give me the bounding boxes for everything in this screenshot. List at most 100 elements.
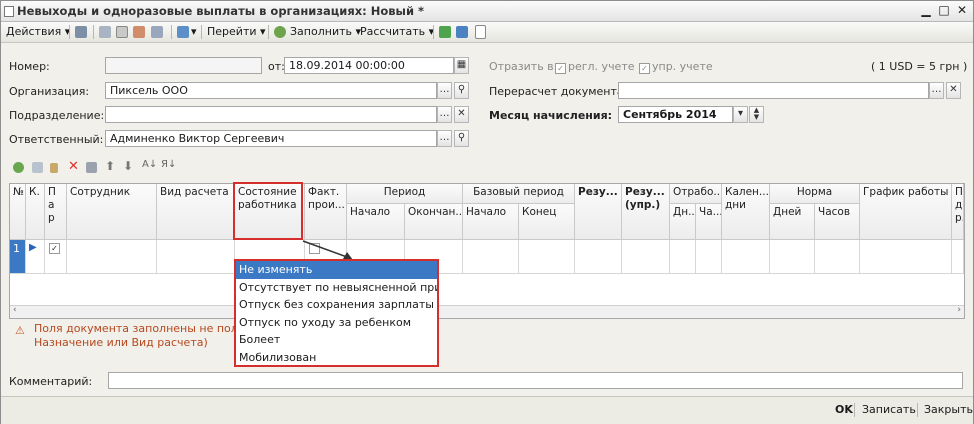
header-base-start[interactable]: Начало xyxy=(463,204,519,240)
dropdown-item[interactable]: Не изменять xyxy=(236,261,437,279)
header-calendar-days[interactable]: Кален... дни xyxy=(722,184,770,240)
header-last[interactable]: П... д... р... xyxy=(952,184,964,240)
cell-calendar-days[interactable] xyxy=(722,240,770,274)
header-worked-hours[interactable]: Ча... xyxy=(696,204,722,240)
post-icon[interactable] xyxy=(75,26,87,38)
select-dots-icon[interactable]: … xyxy=(437,82,452,99)
header-schedule[interactable]: График работы xyxy=(860,184,952,240)
organization-field[interactable]: Пиксель ООО xyxy=(105,82,437,99)
month-field[interactable]: Сентябрь 2014 xyxy=(618,106,733,123)
header-k[interactable]: К. xyxy=(26,184,45,240)
go-icon[interactable] xyxy=(177,26,189,38)
header-employee[interactable]: Сотрудник xyxy=(67,184,157,240)
delete-row-icon[interactable]: ✕ xyxy=(68,159,79,174)
header-period[interactable]: Период xyxy=(347,184,463,204)
regl-checkbox[interactable]: ✓ регл. учете xyxy=(555,60,635,74)
search-icon[interactable]: ⚲ xyxy=(454,130,469,147)
fill-icon[interactable] xyxy=(274,26,286,38)
table-row[interactable]: ▶ xyxy=(26,240,45,274)
header-worked-days[interactable]: Дн... xyxy=(670,204,696,240)
cell-worked-hours[interactable] xyxy=(696,240,722,274)
header-period-start[interactable]: Начало xyxy=(347,204,405,240)
cell-worked-days[interactable] xyxy=(670,240,696,274)
select-dots-icon[interactable]: … xyxy=(437,106,452,123)
dropdown-item[interactable]: Отпуск без сохранения зарплаты xyxy=(236,296,437,314)
header-norm-days[interactable]: Дней xyxy=(770,204,815,240)
dropdown-item[interactable]: Отсутствует по невыясненной прич... xyxy=(236,279,437,297)
sort-asc-icon[interactable]: A↓ xyxy=(142,159,157,170)
document-icon xyxy=(4,6,14,17)
structure-icon[interactable] xyxy=(151,26,163,38)
header-result[interactable]: Резу... xyxy=(575,184,622,240)
fill-menu[interactable]: Заполнить ▾ xyxy=(290,25,361,39)
checklist-icon[interactable] xyxy=(439,26,451,38)
division-field[interactable] xyxy=(105,106,437,123)
cell-norm-hours[interactable] xyxy=(815,240,860,274)
edit-row-icon[interactable] xyxy=(50,163,58,173)
end-edit-icon[interactable] xyxy=(86,162,97,173)
sort-desc-icon[interactable]: Я↓ xyxy=(161,159,176,170)
copy-icon[interactable] xyxy=(116,26,128,38)
header-fact[interactable]: Факт. прои... xyxy=(305,184,347,240)
select-dots-icon[interactable]: … xyxy=(437,130,452,147)
dropdown-item[interactable]: Мобилизован xyxy=(236,349,437,367)
dropdown-item[interactable]: Отпуск по уходу за ребенком xyxy=(236,314,437,332)
cell-employee[interactable] xyxy=(67,240,157,274)
cell-base-start[interactable] xyxy=(463,240,519,274)
cell-calc-type[interactable] xyxy=(157,240,235,274)
comment-field[interactable] xyxy=(108,372,963,389)
move-down-icon[interactable]: ⬇ xyxy=(123,159,133,173)
row-number[interactable]: 1 xyxy=(10,240,26,274)
chevron-down-icon[interactable]: ▾ xyxy=(733,106,748,123)
header-base-end[interactable]: Конец xyxy=(519,204,575,240)
horizontal-scrollbar[interactable]: ‹ › xyxy=(10,305,964,318)
document-window: Невыходы и одноразовые выплаты в организ… xyxy=(0,0,974,424)
upr-checkbox[interactable]: ✓ упр. учете xyxy=(639,60,713,74)
clear-icon[interactable]: ✕ xyxy=(454,106,469,123)
cell-result-upr[interactable] xyxy=(622,240,670,274)
ok-button[interactable]: OK xyxy=(835,403,853,416)
scroll-right-icon[interactable]: › xyxy=(957,305,961,315)
save-icon[interactable] xyxy=(99,26,111,38)
dropdown-item[interactable]: Болеет xyxy=(236,331,437,349)
header-norm-hours[interactable]: Часов xyxy=(815,204,860,240)
recalc-field[interactable] xyxy=(618,82,929,99)
header-result-upr[interactable]: Резу... (упр.) xyxy=(622,184,670,240)
clear-icon[interactable]: ✕ xyxy=(946,82,961,99)
tree-icon[interactable] xyxy=(456,26,468,38)
header-base-period[interactable]: Базовый период xyxy=(463,184,575,204)
cell-base-end[interactable] xyxy=(519,240,575,274)
maximize-icon[interactable]: □ xyxy=(936,3,952,17)
header-p[interactable]: П а р xyxy=(45,184,67,240)
cell-schedule[interactable] xyxy=(860,240,952,274)
help-icon[interactable] xyxy=(475,25,486,39)
goto-menu[interactable]: Перейти ▾ xyxy=(207,25,266,39)
responsible-field[interactable]: Админенко Виктор Сергеевич xyxy=(105,130,437,147)
minimize-icon[interactable]: ▁ xyxy=(918,3,934,17)
close-button[interactable]: Закрыть xyxy=(924,403,973,416)
add-row-icon[interactable] xyxy=(13,162,24,173)
date-field[interactable]: 18.09.2014 00:00:00 xyxy=(284,57,454,74)
header-num[interactable]: № xyxy=(10,184,26,240)
select-dots-icon[interactable]: … xyxy=(929,82,944,99)
number-field[interactable] xyxy=(105,57,262,74)
actions-menu[interactable]: Действия ▾ xyxy=(6,25,70,39)
header-period-end[interactable]: Окончан... xyxy=(405,204,463,240)
copy-row-icon[interactable] xyxy=(32,162,43,173)
calendar-icon[interactable]: ▦ xyxy=(454,57,469,74)
header-norm[interactable]: Норма xyxy=(770,184,860,204)
cell-norm-days[interactable] xyxy=(770,240,815,274)
save-button[interactable]: Записать xyxy=(862,403,916,416)
header-worked[interactable]: Отрабо... xyxy=(670,184,722,204)
cell-last[interactable] xyxy=(952,240,964,274)
print-icon[interactable] xyxy=(133,26,145,38)
calculate-menu[interactable]: Рассчитать ▾ xyxy=(360,25,434,39)
row-checkbox[interactable]: ✓ xyxy=(45,240,67,274)
cell-result[interactable] xyxy=(575,240,622,274)
move-up-icon[interactable]: ⬆ xyxy=(105,159,115,173)
close-icon[interactable]: ✕ xyxy=(954,3,970,17)
spinner-icon[interactable]: ▲ ▼ xyxy=(749,106,764,123)
scroll-left-icon[interactable]: ‹ xyxy=(13,305,17,315)
search-icon[interactable]: ⚲ xyxy=(454,82,469,99)
header-calc-type[interactable]: Вид расчета xyxy=(157,184,235,240)
